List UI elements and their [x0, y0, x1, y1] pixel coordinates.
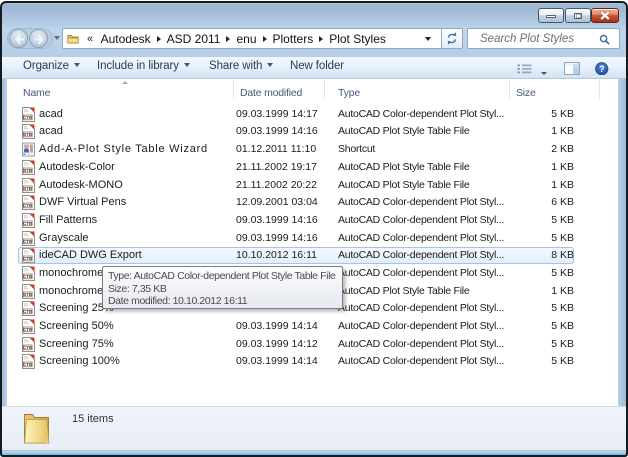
svg-text:CTB: CTB	[23, 309, 32, 314]
svg-text:CTB: CTB	[23, 362, 32, 367]
svg-text:CTB: CTB	[23, 256, 32, 261]
svg-text:CTB: CTB	[23, 238, 32, 243]
svg-text:STB: STB	[23, 132, 32, 137]
svg-text:CTB: CTB	[23, 115, 32, 120]
svg-text:?: ?	[599, 63, 604, 73]
svg-text:CTB: CTB	[23, 203, 32, 208]
svg-text:CTB: CTB	[23, 274, 32, 279]
svg-text:CTB: CTB	[23, 327, 32, 332]
svg-text:CTB: CTB	[23, 221, 32, 226]
svg-text:STB: STB	[23, 185, 32, 190]
svg-text:STB: STB	[23, 291, 32, 296]
svg-text:CTB: CTB	[23, 345, 32, 350]
svg-text:STB: STB	[23, 168, 32, 173]
